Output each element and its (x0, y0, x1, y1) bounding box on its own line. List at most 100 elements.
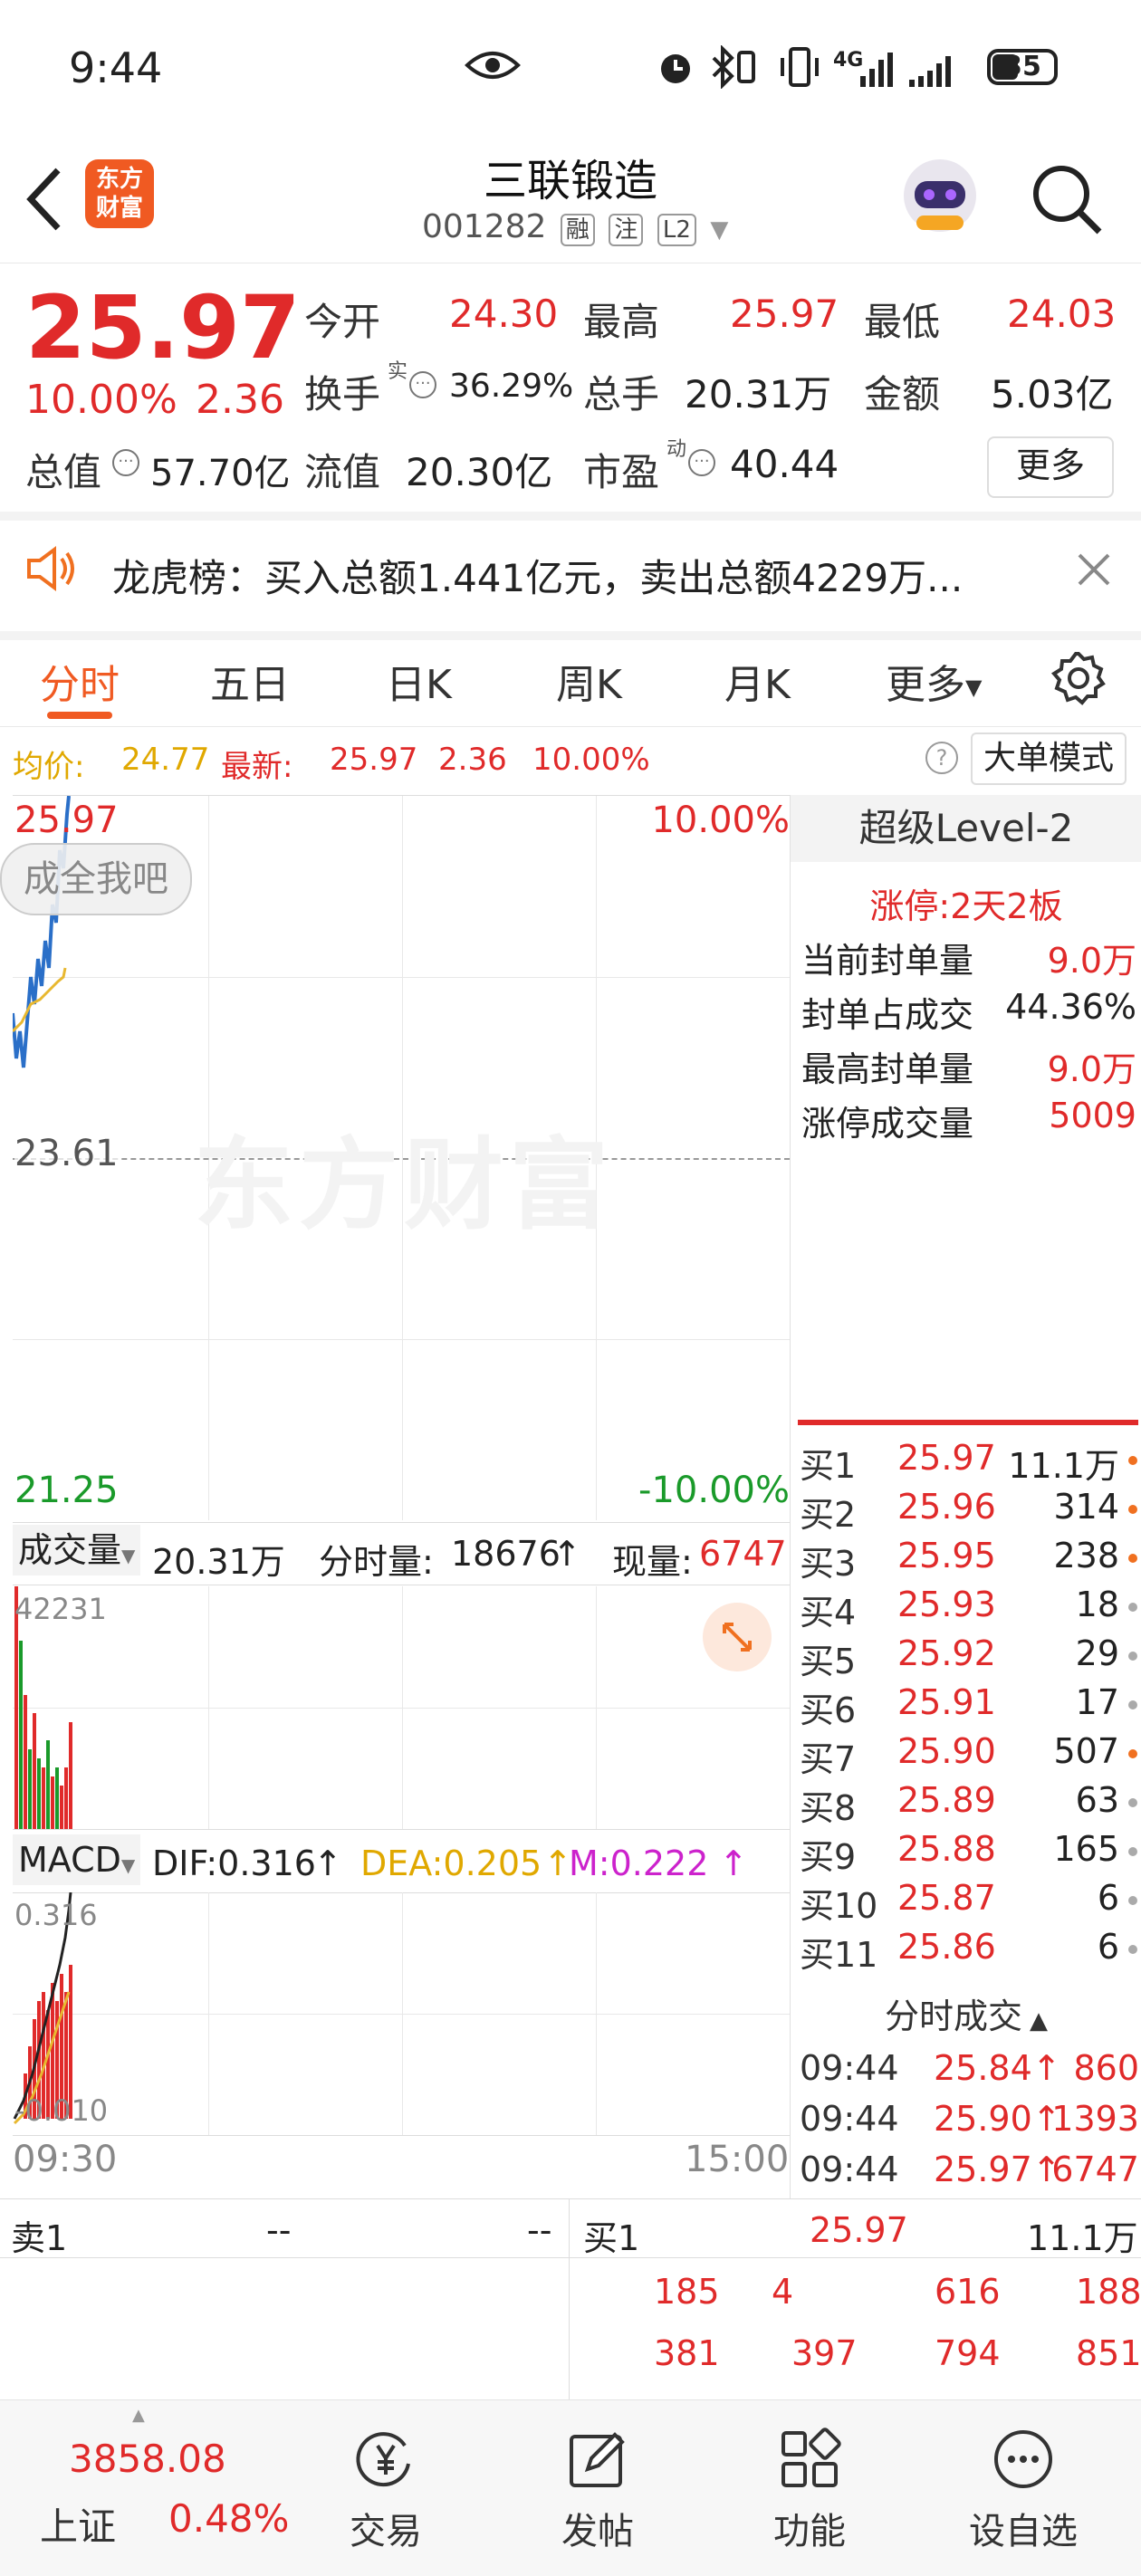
latest-value: 25.97 (330, 742, 418, 778)
bid-level: 买7 (800, 1739, 857, 1779)
bid-volume: 165 (1053, 1829, 1119, 1869)
limit-up-label: 涨停: (869, 886, 951, 926)
tab-monthly-k[interactable]: 月K (724, 652, 791, 710)
bid-dot (1128, 1798, 1137, 1807)
nav-post[interactable]: 发帖 (507, 2400, 688, 2554)
bid-row[interactable]: 买3 25.95 238 (800, 1536, 1139, 1585)
macd-indicator-select[interactable]: MACD▼ (13, 1834, 141, 1885)
bid-volume: 11.1万 (1008, 1446, 1119, 1486)
settings-gear-icon[interactable] (1050, 650, 1107, 710)
macd-dea: DEA:0.205 (360, 1843, 542, 1883)
grid-icon (778, 2428, 841, 2491)
help-icon[interactable]: ? (925, 742, 958, 774)
bid-price: 25.92 (897, 1633, 996, 1673)
bid-row[interactable]: 买9 25.88 165 (800, 1829, 1139, 1878)
bid-dot (1128, 1603, 1137, 1612)
alarm-icon (654, 45, 697, 92)
volume-max-label: 42231 (14, 1592, 107, 1626)
l2-stat-label: 最高封单量 (801, 1049, 974, 1089)
bid-row[interactable]: 买10 25.87 6 (800, 1878, 1139, 1927)
volume-label: 成交量 (18, 1530, 122, 1570)
bid-row[interactable]: 买7 25.90 507 (800, 1731, 1139, 1780)
info-icon[interactable]: ··· (409, 371, 436, 398)
chevron-down-icon[interactable]: ▼ (710, 216, 728, 244)
bid-row[interactable]: 买11 25.86 6 (800, 1927, 1139, 1976)
notice-text: 龙虎榜：买入总额1.441亿元，卖出总额4229万... (112, 556, 964, 600)
bid-dot (1128, 1652, 1137, 1661)
tab-five-day[interactable]: 五日 (210, 652, 290, 710)
expand-icon[interactable] (703, 1603, 772, 1671)
latest-change: 2.36 (438, 742, 507, 778)
search-icon[interactable] (1029, 161, 1105, 241)
tab-intraday[interactable]: 分时 (40, 652, 120, 710)
high-value: 25.97 (730, 292, 839, 336)
amount-label: 金额 (864, 372, 941, 417)
pe-label: 市盈 (583, 450, 660, 494)
bluetooth-icon (708, 44, 759, 92)
caret-down-icon: ▼ (120, 1854, 136, 1876)
current-price: 25.97 (25, 277, 301, 378)
info-icon[interactable]: ··· (688, 449, 715, 476)
bid-row[interactable]: 买4 25.93 18 (800, 1585, 1139, 1633)
tick-row: 09:44 25.97↑ 6747 (800, 2150, 1139, 2198)
avg-label: 均价: (13, 749, 85, 785)
nav-functions[interactable]: 功能 (719, 2400, 900, 2554)
bid-row[interactable]: 买5 25.92 29 (800, 1633, 1139, 1682)
change-percent: 10.00% (25, 377, 177, 423)
notice-bar[interactable]: 龙虎榜：买入总额1.441亿元，卖出总额4229万... (0, 512, 1141, 640)
float-value: 20.30亿 (406, 450, 553, 494)
nav-add-watchlist[interactable]: 设自选 (933, 2400, 1114, 2554)
tab-more[interactable]: 更多▼ (886, 652, 982, 710)
volume-bar (42, 1767, 45, 1829)
order-book-divider (798, 1420, 1138, 1425)
chart-top-pct: 10.00% (651, 800, 790, 841)
index-ticker[interactable]: ▲ 3858.08 上证 0.48% (0, 2400, 289, 2576)
queue-sell-label: 卖1 (11, 2218, 68, 2258)
bid-row[interactable]: 买6 25.91 17 (800, 1682, 1139, 1731)
queue-order: 185 (654, 2272, 720, 2312)
volume-bar (33, 1713, 36, 1829)
nav-label: 功能 (773, 2511, 846, 2552)
ticks-title-row[interactable]: 分时成交 ▲ (791, 1988, 1141, 2038)
comment-bubble[interactable]: 成全我吧 (0, 843, 192, 915)
tag-registration: 注 (609, 214, 644, 246)
caret-up-icon: ▲ (1030, 2007, 1048, 2035)
bid-volume: 238 (1053, 1536, 1119, 1575)
intraday-price-chart[interactable]: 东方财富 25.97 10.00% 23.61 21.25 -10.00% 成全… (0, 795, 790, 1523)
pe-value: 40.44 (730, 442, 839, 486)
bottom-nav: ▲ 3858.08 上证 0.48% 交易 发帖 功能 设自选 (0, 2399, 1141, 2576)
bid-row[interactable]: 买1 25.97 11.1万 (800, 1438, 1139, 1487)
volume-chart[interactable]: 42231 (13, 1586, 790, 1830)
bid-price: 25.91 (897, 1682, 996, 1722)
big-order-mode-button[interactable]: 大单模式 (971, 733, 1127, 785)
close-icon[interactable] (1076, 551, 1112, 591)
ticks-title: 分时成交 (884, 1997, 1022, 2036)
tab-daily-k[interactable]: 日K (386, 652, 452, 710)
macd-chart[interactable]: 0.316 -0.010 (13, 1892, 790, 2136)
bid-row[interactable]: 买2 25.96 314 (800, 1487, 1139, 1536)
bid-volume: 507 (1053, 1731, 1119, 1771)
more-button[interactable]: 更多 (987, 436, 1114, 498)
info-icon[interactable]: ··· (112, 449, 139, 476)
volume-fs-label: 分时量: (319, 1542, 434, 1582)
low-value: 24.03 (1007, 292, 1117, 336)
more-circle-icon (992, 2428, 1055, 2491)
mktcap-value: 57.70亿 (150, 453, 291, 494)
tick-row: 09:44 25.90↑ 1393 (800, 2099, 1139, 2148)
bid-level: 买2 (800, 1495, 857, 1535)
queue-order: 794 (935, 2333, 1001, 2373)
robot-assistant-icon[interactable] (896, 152, 983, 239)
status-time: 9:44 (69, 43, 163, 92)
back-button[interactable] (22, 163, 67, 239)
volume-total: 20.31万 (152, 1542, 285, 1582)
level2-title[interactable]: 超级Level-2 (791, 795, 1141, 862)
volume-bar (60, 1786, 63, 1829)
speaker-icon (25, 546, 80, 595)
l2-stat-value: 9.0万 (1047, 1049, 1136, 1089)
bid-row[interactable]: 买8 25.89 63 (800, 1780, 1139, 1829)
nav-label: 交易 (350, 2511, 422, 2552)
price-summary-line: 均价: 24.77 最新: 25.97 2.36 10.00% ? 大单模式 (0, 729, 1141, 792)
nav-trade[interactable]: 交易 (295, 2400, 476, 2554)
tab-weekly-k[interactable]: 周K (556, 652, 622, 710)
volume-indicator-select[interactable]: 成交量▼ (13, 1525, 141, 1575)
